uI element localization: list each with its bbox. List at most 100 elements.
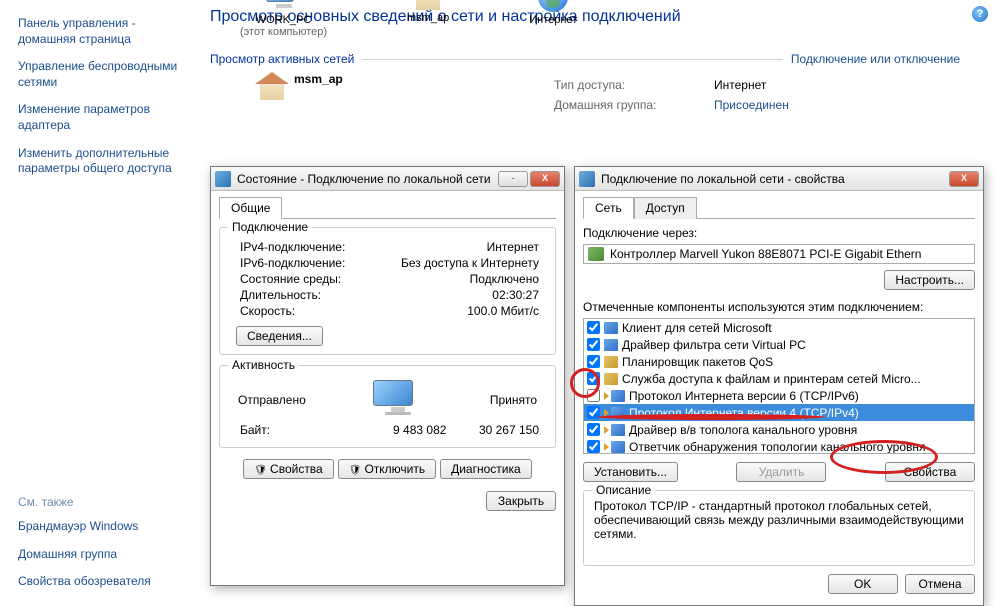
activity-group: Активность Отправлено Принято Байт:9 483… bbox=[219, 365, 556, 448]
component-item[interactable]: Протокол Интернета версии 6 (TCP/IPv6) bbox=[584, 387, 974, 404]
component-checkbox[interactable] bbox=[587, 355, 600, 368]
map-ap: msm_ap bbox=[407, 0, 449, 24]
sidebar-wireless-link[interactable]: Управление беспроводными сетями bbox=[8, 53, 202, 96]
component-item[interactable]: Служба доступа к файлам и принтерам сете… bbox=[584, 370, 974, 387]
map-pc-label: WORK_PC bbox=[240, 14, 327, 26]
status-tabs: Общие bbox=[219, 196, 556, 219]
active-networks-label: Просмотр активных сетей bbox=[210, 52, 354, 66]
component-checkbox[interactable] bbox=[587, 406, 600, 419]
sidebar-adapter-link[interactable]: Изменение параметров адаптера bbox=[8, 96, 202, 139]
component-label: Клиент для сетей Microsoft bbox=[622, 321, 772, 335]
properties-tabs: Сеть Доступ bbox=[583, 196, 975, 219]
adapter-name: Контроллер Marvell Yukon 88E8071 PCI-E G… bbox=[610, 247, 921, 261]
see-also-homegroup[interactable]: Домашняя группа bbox=[8, 541, 202, 569]
details-button[interactable]: Сведения... bbox=[236, 326, 323, 346]
see-also-header: См. также bbox=[8, 491, 202, 513]
sent-label: Отправлено bbox=[238, 393, 306, 407]
component-item[interactable]: Драйвер в/в тополога канального уровня bbox=[584, 421, 974, 438]
diagnose-button[interactable]: Диагностика bbox=[440, 459, 532, 479]
map-internet: Интернет bbox=[529, 0, 577, 26]
component-checkbox[interactable] bbox=[587, 372, 600, 385]
properties-dialog-titlebar[interactable]: Подключение по локальной сети - свойства… bbox=[575, 167, 983, 191]
tab-network[interactable]: Сеть bbox=[583, 197, 634, 219]
component-checkbox[interactable] bbox=[587, 423, 600, 436]
install-button[interactable]: Установить... bbox=[583, 462, 678, 482]
component-item[interactable]: Клиент для сетей Microsoft bbox=[584, 319, 974, 336]
component-checkbox[interactable] bbox=[587, 321, 600, 334]
component-checkbox[interactable] bbox=[587, 440, 600, 453]
received-label: Принято bbox=[490, 393, 537, 407]
status-dialog-title: Состояние - Подключение по локальной сет… bbox=[237, 172, 496, 186]
component-icon bbox=[611, 390, 625, 402]
component-icon bbox=[604, 339, 618, 351]
computer-icon bbox=[266, 0, 302, 12]
see-also-firewall[interactable]: Брандмауэр Windows bbox=[8, 513, 202, 541]
map-internet-label: Интернет bbox=[529, 14, 577, 26]
homegroup-label: Домашняя группа: bbox=[554, 98, 694, 112]
component-item[interactable]: Планировщик пакетов QoS bbox=[584, 353, 974, 370]
duration-value: 02:30:27 bbox=[380, 288, 545, 302]
close-dialog-button[interactable]: Закрыть bbox=[486, 491, 556, 511]
see-also-inetoptions[interactable]: Свойства обозревателя bbox=[8, 568, 202, 596]
sidebar-home-link[interactable]: Панель управления - домашняя страница bbox=[8, 10, 202, 53]
component-label: Служба доступа к файлам и принтерам сете… bbox=[622, 372, 921, 386]
minimize-button[interactable]: ‑ bbox=[498, 171, 528, 187]
monitor-icon bbox=[373, 380, 423, 416]
cancel-button[interactable]: Отмена bbox=[905, 574, 975, 594]
network-icon bbox=[215, 171, 231, 187]
protocol-arrow-icon bbox=[604, 409, 609, 417]
map-ap-label: msm_ap bbox=[407, 12, 449, 24]
properties-dialog-title: Подключение по локальной сети - свойства bbox=[601, 172, 947, 186]
tab-sharing[interactable]: Доступ bbox=[634, 197, 697, 219]
duration-label: Длительность: bbox=[230, 288, 380, 302]
connection-group-title: Подключение bbox=[228, 220, 312, 234]
configure-button[interactable]: Настроить... bbox=[884, 270, 975, 290]
protocol-arrow-icon bbox=[604, 392, 609, 400]
adapter-field: Контроллер Marvell Yukon 88E8071 PCI-E G… bbox=[583, 244, 975, 264]
connect-disconnect-link[interactable]: Подключение или отключение bbox=[791, 52, 960, 66]
connect-using-label: Подключение через: bbox=[583, 226, 975, 240]
component-checkbox[interactable] bbox=[587, 338, 600, 351]
properties-button[interactable]: Свойства bbox=[243, 459, 333, 479]
ipv6-value: Без доступа к Интернету bbox=[380, 256, 545, 270]
ipv6-label: IPv6-подключение: bbox=[230, 256, 380, 270]
map-this-pc: WORK_PC (этот компьютер) bbox=[240, 0, 327, 38]
uninstall-button[interactable]: Удалить bbox=[736, 462, 826, 482]
status-dialog-titlebar[interactable]: Состояние - Подключение по локальной сет… bbox=[211, 167, 564, 191]
disable-button[interactable]: Отключить bbox=[338, 459, 436, 479]
component-item[interactable]: Ответчик обнаружения топологии канальног… bbox=[584, 438, 974, 454]
sidebar-sharing-link[interactable]: Изменить дополнительные параметры общего… bbox=[8, 140, 202, 183]
ipv4-value: Интернет bbox=[380, 240, 545, 254]
bytes-sent: 9 483 082 bbox=[380, 423, 460, 437]
bytes-label: Байт: bbox=[230, 423, 380, 437]
description-header: Описание bbox=[592, 483, 655, 497]
protocol-arrow-icon bbox=[604, 426, 609, 434]
media-value: Подключено bbox=[380, 272, 545, 286]
component-checkbox[interactable] bbox=[587, 389, 600, 402]
close-button[interactable]: X bbox=[530, 171, 560, 187]
homegroup-value[interactable]: Присоединен bbox=[714, 98, 789, 112]
active-network-row: msm_ap Тип доступа:Интернет Домашняя гру… bbox=[250, 72, 1000, 112]
main-area: Просмотр основных сведений о сети и наст… bbox=[210, 0, 1000, 112]
house-icon bbox=[411, 0, 445, 10]
component-label: Протокол Интернета версии 4 (TCP/IPv4) bbox=[629, 406, 859, 420]
close-button[interactable]: X bbox=[949, 171, 979, 187]
component-label: Драйвер в/в тополога канального уровня bbox=[629, 423, 857, 437]
component-icon bbox=[604, 373, 618, 385]
component-icon bbox=[604, 322, 618, 334]
tab-general[interactable]: Общие bbox=[219, 197, 282, 219]
speed-value: 100.0 Мбит/с bbox=[380, 304, 545, 318]
activity-group-title: Активность bbox=[228, 358, 299, 372]
component-label: Драйвер фильтра сети Virtual PC bbox=[622, 338, 806, 352]
component-item[interactable]: Протокол Интернета версии 4 (TCP/IPv4) bbox=[584, 404, 974, 421]
component-label: Планировщик пакетов QoS bbox=[622, 355, 773, 369]
components-list[interactable]: Клиент для сетей Microsoft Драйвер фильтр… bbox=[583, 318, 975, 454]
component-properties-button[interactable]: Свойства bbox=[885, 462, 975, 482]
ok-button[interactable]: OK bbox=[828, 574, 898, 594]
component-icon bbox=[611, 441, 625, 453]
access-type-label: Тип доступа: bbox=[554, 78, 694, 92]
component-label: Протокол Интернета версии 6 (TCP/IPv6) bbox=[629, 389, 859, 403]
bytes-received: 30 267 150 bbox=[460, 423, 546, 437]
component-icon bbox=[611, 407, 625, 419]
component-item[interactable]: Драйвер фильтра сети Virtual PC bbox=[584, 336, 974, 353]
